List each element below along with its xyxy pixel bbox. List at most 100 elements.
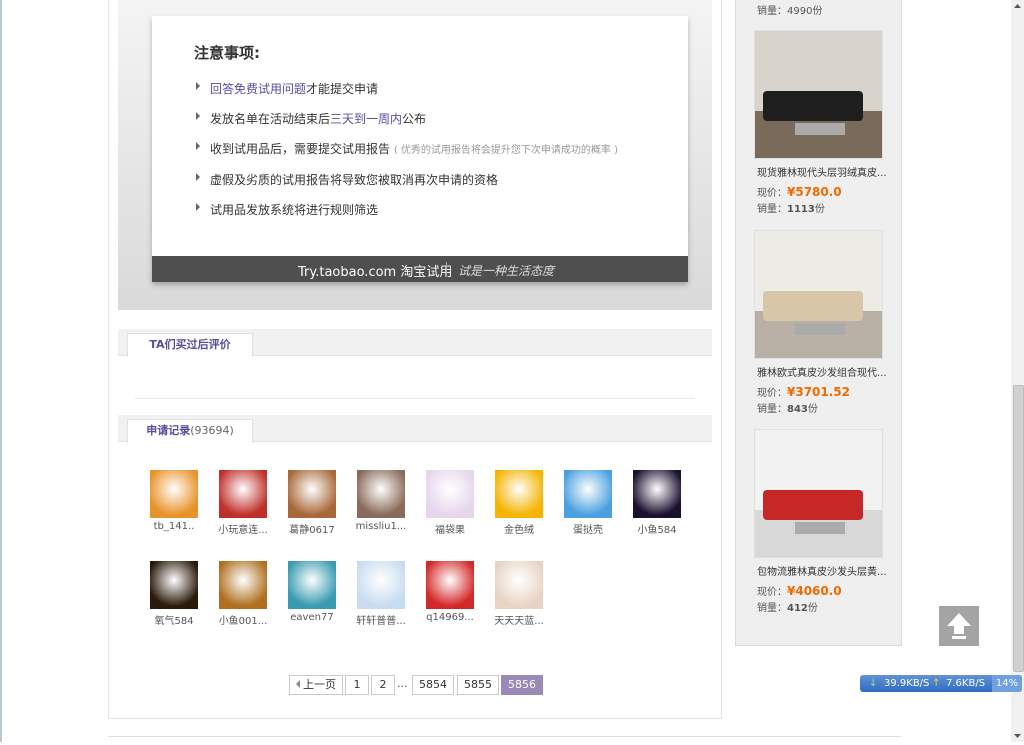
notice-title: 注意事项: — [194, 44, 260, 62]
scroll-up-arrow-icon[interactable] — [1011, 0, 1024, 13]
sales-value: 843 — [787, 404, 808, 415]
product-sales: 销量：1113份 — [757, 200, 825, 215]
rule-3-text: 收到试用品后，需要提交试用报告 — [210, 142, 391, 156]
rule-5-text: 试用品发放系统将进行规则筛选 — [210, 203, 379, 217]
applicant-item[interactable]: 小鱼584 — [623, 470, 691, 536]
reviews-divider — [135, 398, 695, 399]
page-2-button[interactable]: 2 — [371, 675, 395, 695]
page-bottom-line — [108, 736, 901, 737]
prev-page-button[interactable]: 上一页 — [289, 675, 343, 695]
rule-2-pre: 发放名单在活动结束后 — [210, 112, 331, 126]
sales-unit: 份 — [807, 603, 818, 614]
applicant-item[interactable]: 轩轩普普... — [347, 561, 415, 627]
price-value: ¥3701.52 — [787, 385, 851, 399]
scrollbar-thumb[interactable] — [1013, 385, 1024, 672]
applicant-item[interactable]: 福袋果 — [416, 470, 484, 536]
product-price: 现价：¥5780.0 — [757, 184, 842, 199]
sales-unit: 份 — [814, 204, 825, 215]
product-name-link[interactable]: 包物流雅林真皮沙发头层黄... — [757, 563, 887, 578]
cpu-percent: 14% — [992, 675, 1022, 692]
autumn-avatar[interactable] — [219, 561, 267, 609]
applicant-name[interactable]: 小玩意连... — [209, 521, 277, 536]
top-sales-text: 销量：4990份 — [757, 6, 823, 17]
night-avatar[interactable] — [633, 470, 681, 518]
bullet-arrow-icon — [196, 173, 200, 181]
tab-apply-records[interactable]: 申请记录(93694) — [127, 419, 253, 443]
applicant-name[interactable]: 小鱼001... — [209, 612, 277, 627]
bullet-arrow-icon — [196, 82, 200, 90]
rule-1-text: 才能提交申请 — [306, 82, 379, 96]
prev-page-label: 上一页 — [303, 678, 336, 691]
product-name-link[interactable]: 现货雅林现代头层羽绒真皮... — [757, 164, 887, 179]
product-sales: 销量：412份 — [757, 599, 818, 614]
rule-2-highlight: 三天到一周内 — [330, 112, 403, 126]
product-price: 现价：¥4060.0 — [757, 583, 842, 598]
girl-avatar[interactable] — [357, 470, 405, 518]
applicant-name[interactable]: 葛静0617 — [278, 521, 346, 536]
product-image[interactable] — [754, 30, 883, 159]
sales-unit: 份 — [807, 404, 818, 415]
sales-label: 销量： — [757, 603, 787, 614]
scroll-down-arrow-icon[interactable] — [1011, 729, 1024, 742]
applicant-item[interactable]: 氧气584 — [140, 561, 208, 627]
applicant-name[interactable]: 福袋果 — [416, 521, 484, 536]
notice-card: 注意事项: 回答免费试用问题才能提交申请 发放名单在活动结束后三天到一周内公布 … — [152, 16, 688, 282]
sales-label: 销量： — [757, 404, 787, 415]
notice-footer-bar: Try.taobao.com 淘宝试用 试是一种生活态度 — [152, 256, 688, 282]
applicant-name[interactable]: 氧气584 — [140, 612, 208, 627]
price-value: ¥5780.0 — [787, 185, 842, 199]
page-5856-current[interactable]: 5856 — [501, 675, 543, 695]
product-image[interactable] — [754, 429, 883, 558]
download-speed: 39.9KB/S — [884, 678, 930, 689]
applicant-name[interactable]: 金色绒 — [485, 521, 553, 536]
answer-question-link[interactable]: 回答免费试用问题 — [210, 82, 306, 96]
product-sales: 销量：843份 — [757, 400, 818, 415]
applicant-item[interactable]: eaven77 — [278, 561, 346, 623]
portrait-avatar[interactable] — [495, 561, 543, 609]
rule-3-note: ( 优秀的试用报告将会提升您下次申请成功的概率 ) — [393, 145, 619, 156]
heart-sky-avatar[interactable] — [564, 470, 612, 518]
applicant-item[interactable]: q14969... — [416, 561, 484, 623]
cartoon-avatar[interactable] — [495, 470, 543, 518]
upload-speed: 7.6KB/S — [946, 678, 986, 689]
applicant-name[interactable]: 小鱼584 — [623, 521, 691, 536]
back-to-top-button[interactable] — [939, 606, 979, 646]
applicant-name[interactable]: 蛋挞壳 — [554, 521, 622, 536]
applicant-name[interactable]: 天天天蓝... — [485, 612, 553, 627]
duck-avatar[interactable] — [150, 470, 198, 518]
bullet-arrow-icon — [196, 203, 200, 211]
notice-rule-1: 回答免费试用问题才能提交申请 — [196, 80, 378, 97]
applicant-item[interactable]: 蛋挞壳 — [554, 470, 622, 536]
applicant-name[interactable]: eaven77 — [278, 612, 346, 623]
applicant-item[interactable]: 天天天蓝... — [485, 561, 553, 627]
applicant-name[interactable]: 轩轩普普... — [347, 612, 415, 627]
chevron-left-icon — [296, 680, 300, 688]
network-speed-widget[interactable]: ↓ 39.9KB/S ↑ 7.6KB/S 14% — [860, 675, 1022, 692]
applicant-item[interactable]: tb_141.. — [140, 470, 208, 532]
sea-avatar[interactable] — [288, 561, 336, 609]
page-5855-button[interactable]: 5855 — [457, 675, 499, 695]
applicant-name[interactable]: q14969... — [416, 612, 484, 623]
page-5854-button[interactable]: 5854 — [412, 675, 454, 695]
bullet-arrow-icon — [196, 112, 200, 120]
applicant-item[interactable]: 小鱼001... — [209, 561, 277, 627]
applicant-item[interactable]: 金色绒 — [485, 470, 553, 536]
applicant-item[interactable]: 小玩意连... — [209, 470, 277, 536]
winter-avatar[interactable] — [357, 561, 405, 609]
applicant-name[interactable]: missliu1... — [347, 521, 415, 532]
bullet-arrow-icon — [196, 142, 200, 150]
product-image[interactable] — [754, 230, 883, 359]
tab-apply-records-label: 申请记录 — [146, 424, 191, 437]
sales-value: 412 — [787, 603, 808, 614]
badge-avatar[interactable] — [219, 470, 267, 518]
applicant-item[interactable]: 葛静0617 — [278, 470, 346, 536]
anime-avatar[interactable] — [426, 470, 474, 518]
tab-reviews[interactable]: TA们买过后评价 — [127, 333, 253, 357]
lights-avatar[interactable] — [150, 561, 198, 609]
product-name-link[interactable]: 雅林欧式真皮沙发组合现代... — [757, 364, 887, 379]
fox-avatar[interactable] — [426, 561, 474, 609]
applicant-item[interactable]: missliu1... — [347, 470, 415, 532]
face-avatar[interactable] — [288, 470, 336, 518]
page-1-button[interactable]: 1 — [345, 675, 369, 695]
applicant-name[interactable]: tb_141.. — [140, 521, 208, 532]
